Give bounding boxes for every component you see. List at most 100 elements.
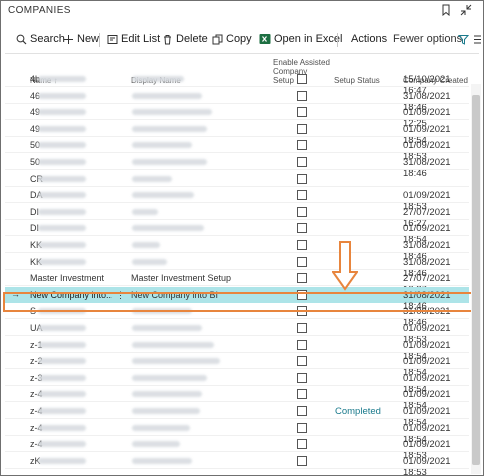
table-row[interactable]: z-4 01/09/2021 18:53 — [5, 436, 469, 461]
fewer-options-button[interactable]: Fewer options — [393, 31, 462, 47]
table-row[interactable]: CR — [5, 171, 469, 187]
table-row[interactable]: 50 31/08/2021 18:46 — [5, 154, 469, 179]
redacted-text — [38, 76, 86, 82]
table-row[interactable]: z-2 01/09/2021 18:54 — [5, 353, 469, 378]
filter-icon — [458, 34, 469, 45]
table-row[interactable]: 50 01/09/2021 18:53 — [5, 137, 469, 162]
redacted-text — [132, 424, 190, 431]
assisted-setup-checkbox[interactable] — [297, 140, 307, 151]
table-row[interactable]: z-4 Completed 01/09/2021 18:54 — [5, 403, 469, 428]
title-bar: COMPANIES — [1, 1, 483, 21]
table-row[interactable]: 4b 15/10/2021 16:47 — [5, 71, 469, 96]
copy-button[interactable]: Copy — [212, 31, 252, 47]
redacted-text — [132, 159, 207, 165]
scrollbar-thumb[interactable] — [472, 95, 480, 465]
redacted-text — [132, 408, 200, 414]
redacted-text — [38, 358, 86, 365]
actions-menu-button[interactable]: Actions — [351, 31, 387, 47]
assisted-setup-checkbox[interactable] — [297, 372, 307, 383]
redacted-text — [38, 92, 86, 99]
assisted-setup-checkbox[interactable] — [297, 389, 307, 400]
company-name-cell[interactable]: Master Investment — [30, 273, 104, 283]
separator — [99, 33, 100, 47]
table-row[interactable]: Master Investment Master Investment Setup… — [5, 270, 469, 295]
table-row[interactable]: DI 01/09/2021 18:54 — [5, 220, 469, 245]
edit-list-icon — [107, 34, 118, 44]
action-bar: Search New Edit List Delete Copy Open in… — [1, 28, 483, 50]
redacted-text — [132, 258, 167, 265]
assisted-setup-checkbox[interactable] — [297, 90, 307, 101]
redacted-text — [132, 374, 207, 381]
bookmark-icon[interactable] — [440, 4, 452, 17]
assisted-setup-checkbox[interactable] — [297, 223, 307, 234]
assisted-setup-checkbox[interactable] — [297, 123, 307, 134]
highlight-box — [3, 292, 479, 312]
table-row[interactable]: KK 31/08/2021 18:46 — [5, 237, 469, 262]
redacted-text — [132, 457, 192, 464]
table-row[interactable]: KK 31/08/2021 18:46 — [5, 254, 469, 279]
redacted-text — [38, 457, 86, 464]
redacted-text — [38, 175, 86, 182]
assisted-setup-checkbox[interactable] — [297, 406, 307, 416]
table-row[interactable]: z-4 01/09/2021 18:54 — [5, 386, 469, 411]
table-row[interactable]: z-1 01/09/2021 18:54 — [5, 337, 469, 362]
assisted-setup-checkbox[interactable] — [297, 240, 307, 250]
redacted-text — [132, 358, 220, 365]
new-label: New — [77, 33, 100, 45]
redacted-text — [132, 125, 207, 132]
assisted-setup-checkbox[interactable] — [297, 107, 307, 118]
assisted-setup-checkbox[interactable] — [297, 339, 307, 350]
new-button[interactable]: New — [63, 31, 99, 47]
assisted-setup-checkbox[interactable] — [297, 74, 307, 84]
table-row[interactable]: DI 27/07/2021 16:27 — [5, 204, 469, 229]
toolbar-divider — [5, 53, 479, 54]
redacted-text — [38, 142, 86, 149]
table-row[interactable]: UA 01/09/2021 18:53 — [5, 320, 469, 345]
assisted-setup-checkbox[interactable] — [297, 256, 307, 267]
setup-status-cell: Completed — [335, 406, 381, 417]
redacted-text — [38, 408, 86, 414]
redacted-text — [38, 109, 86, 116]
redacted-text — [132, 391, 202, 398]
assisted-setup-checkbox[interactable] — [297, 455, 307, 466]
row-divider — [5, 467, 469, 469]
list-view-button[interactable] — [473, 31, 482, 47]
table-row[interactable]: 49 01/09/2021 12:25 — [5, 104, 469, 129]
assisted-setup-checkbox[interactable] — [297, 157, 307, 167]
list-icon — [474, 35, 481, 43]
assisted-setup-checkbox[interactable] — [297, 173, 307, 184]
company-created-cell: 01/09/2021 18:53 — [403, 455, 451, 476]
table-row[interactable]: DA 01/09/2021 18:53 — [5, 187, 469, 212]
collapse-icon[interactable] — [460, 4, 472, 16]
redacted-text — [132, 242, 160, 248]
assisted-setup-checkbox[interactable] — [297, 439, 307, 450]
redacted-text — [38, 192, 86, 199]
search-label: Search — [30, 33, 65, 45]
assisted-setup-checkbox[interactable] — [297, 206, 307, 217]
table-row[interactable]: 46 31/08/2021 18:46 — [5, 88, 469, 113]
redacted-text — [38, 125, 86, 132]
delete-label: Delete — [176, 33, 208, 45]
edit-list-button[interactable]: Edit List — [107, 31, 160, 47]
redacted-text — [38, 225, 86, 232]
table-row[interactable]: z-3 01/09/2021 18:54 — [5, 370, 469, 395]
redacted-text — [38, 242, 86, 248]
table-row[interactable]: z-4 01/09/2021 18:54 — [5, 420, 469, 445]
redacted-text — [38, 159, 86, 165]
assisted-setup-checkbox[interactable] — [297, 356, 307, 367]
assisted-setup-checkbox[interactable] — [297, 323, 307, 333]
fewer-options-label: Fewer options — [393, 33, 463, 45]
filter-button[interactable] — [458, 31, 469, 47]
display-name-cell: Master Investment Setup — [131, 273, 232, 284]
assisted-setup-checkbox[interactable] — [297, 422, 307, 433]
assisted-setup-checkbox[interactable] — [297, 273, 307, 284]
search-button[interactable]: Search — [16, 31, 65, 47]
redacted-text — [132, 92, 202, 99]
redacted-text — [132, 208, 158, 215]
delete-button[interactable]: Delete — [162, 31, 208, 47]
table-row[interactable]: 49 01/09/2021 18:54 — [5, 121, 469, 146]
assisted-setup-checkbox[interactable] — [297, 190, 307, 201]
open-in-excel-button[interactable]: Open in Excel — [259, 31, 342, 47]
table-row[interactable]: zK 01/09/2021 18:53 — [5, 453, 469, 475]
redacted-text — [38, 374, 86, 381]
